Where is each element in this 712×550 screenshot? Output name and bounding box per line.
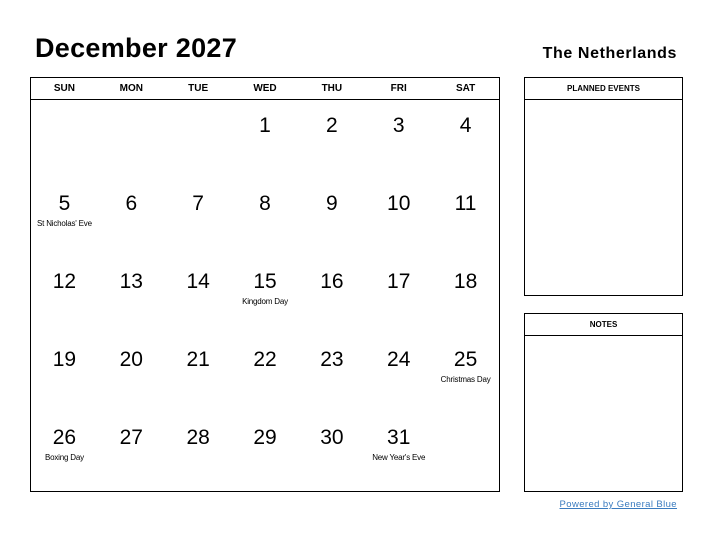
day-cell: 22 [232,334,299,412]
week-row: 5 St Nicholas' Eve 6 7 8 9 10 11 [31,178,499,256]
day-cell: 7 [165,178,232,256]
day-number: 26 [52,426,77,449]
day-cell: 15 Kingdom Day [232,256,299,334]
weekday-sat: SAT [455,83,476,94]
day-cell: 11 [432,178,499,256]
day-cell: 18 [432,256,499,334]
day-number: 5 [58,192,71,215]
day-cell: 9 [298,178,365,256]
day-number: 28 [186,426,210,449]
day-cell: 31 New Year's Eve [365,412,432,492]
day-cell: 19 [31,334,98,412]
day-cell: 27 [98,412,165,492]
day-number: 31 [387,426,411,449]
day-number: 21 [186,348,210,371]
day-cell: 30 [298,412,365,492]
day-cell: 25 Christmas Day [432,334,499,412]
day-number: 20 [119,348,143,371]
day-number: 17 [387,270,411,293]
calendar-title: December 2027 [35,33,238,63]
day-cell [98,100,165,178]
notes-header: NOTES [525,314,682,336]
weekday-header: SUN MON TUE WED THU FRI SAT [31,78,499,100]
day-cell: 21 [165,334,232,412]
day-cell: 17 [365,256,432,334]
day-number: 10 [387,192,411,215]
day-cell: 4 [432,100,499,178]
day-cell: 2 [298,100,365,178]
day-cell: 8 [232,178,299,256]
day-number: 12 [52,270,77,293]
day-number: 24 [387,348,411,371]
day-cell: 13 [98,256,165,334]
day-number: 3 [392,114,405,137]
weekday-fri: FRI [390,83,407,94]
day-cell [432,412,499,492]
calendar-grid: SUN MON TUE WED THU FRI SAT 1 2 3 4 5 St Nich… [30,77,500,492]
planned-events-header: PLANNED EVENTS [525,78,682,100]
day-number: 15 [253,270,277,293]
day-cell: 12 [31,256,98,334]
day-cell: 14 [165,256,232,334]
day-cell: 24 [365,334,432,412]
weekday-tue: TUE [188,83,209,94]
day-number: 1 [259,114,271,137]
day-cell: 5 St Nicholas' Eve [31,178,98,256]
day-number: 16 [320,270,344,293]
day-number: 22 [253,348,277,371]
week-row: 19 20 21 22 23 24 25 Christmas Day [31,334,499,412]
holiday-label: Christmas Day [440,375,491,384]
week-row: 1 2 3 4 [31,100,499,178]
holiday-label: New Year's Eve [372,453,426,462]
day-cell [31,100,98,178]
day-cell: 29 [232,412,299,492]
day-number: 23 [320,348,344,371]
day-cell: 20 [98,334,165,412]
day-number: 19 [52,348,77,371]
day-number: 29 [253,426,277,449]
holiday-label: Kingdom Day [242,297,288,306]
day-cell [165,100,232,178]
weeks-container: 1 2 3 4 5 St Nicholas' Eve 6 7 8 9 10 11 12 13 14 15 Kin… [31,100,499,492]
weekday-wed: WED [253,83,277,94]
weekday-thu: THU [321,83,343,94]
holiday-label: St Nicholas' Eve [37,219,92,228]
day-cell: 23 [298,334,365,412]
week-row: 26 Boxing Day 27 28 29 30 31 New Year's Eve [31,412,499,492]
day-cell: 26 Boxing Day [31,412,98,492]
day-number: 13 [119,270,143,293]
day-number: 9 [326,192,338,215]
weekday-mon: MON [119,83,143,94]
day-number: 8 [259,192,271,215]
day-number: 27 [119,426,143,449]
day-cell: 10 [365,178,432,256]
notes-box: NOTES [524,313,683,492]
day-number: 2 [326,114,338,137]
day-cell: 28 [165,412,232,492]
day-number: 18 [453,270,478,293]
day-number: 7 [192,192,204,215]
holiday-label: Boxing Day [44,453,84,462]
day-number: 25 [453,348,478,371]
weekday-sun: SUN [53,83,75,94]
day-cell: 1 [232,100,299,178]
day-number: 6 [125,192,138,215]
day-cell: 16 [298,256,365,334]
week-row: 12 13 14 15 Kingdom Day 16 17 18 [31,256,499,334]
day-number: 11 [454,192,477,215]
planned-events-box: PLANNED EVENTS [524,77,683,296]
day-cell: 6 [98,178,165,256]
day-number: 30 [320,426,344,449]
day-number: 14 [186,270,210,293]
country-name: The Netherlands [542,45,677,62]
day-cell: 3 [365,100,432,178]
day-number: 4 [459,114,472,137]
powered-by-link[interactable]: Powered by General Blue [560,499,677,510]
